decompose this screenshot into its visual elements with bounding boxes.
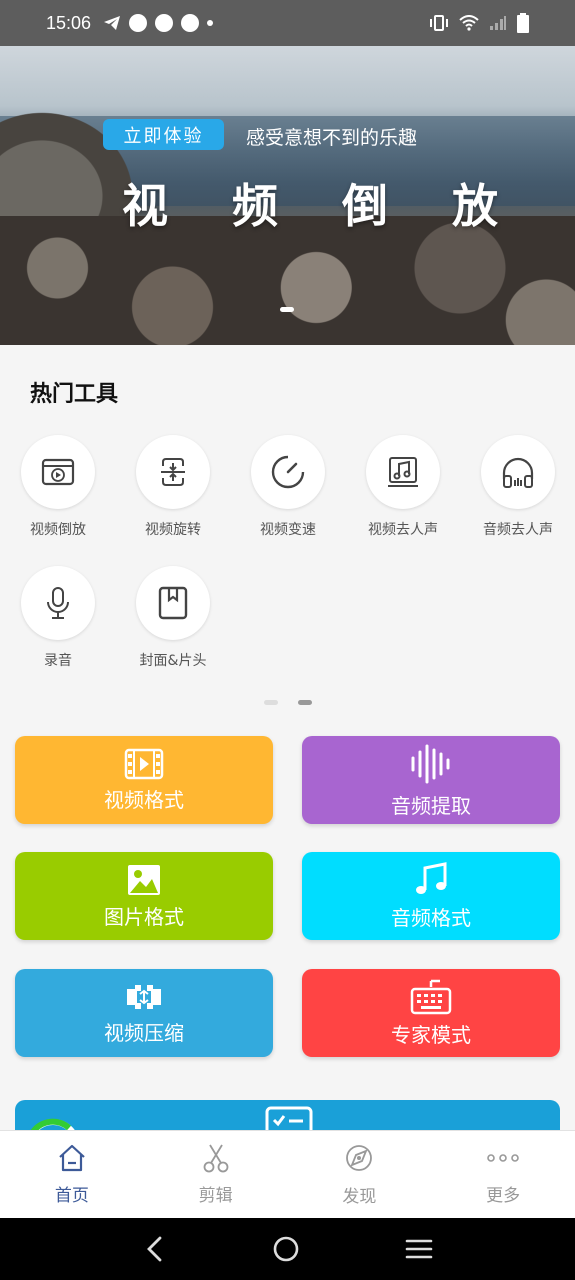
- expert-mode-button[interactable]: 专家模式: [302, 969, 560, 1057]
- banner-carousel[interactable]: 立即体验 感受意想不到的乐趣 视 频 倒 放: [0, 46, 575, 345]
- video-compress-button[interactable]: 视频压缩: [15, 969, 273, 1057]
- hot-tools-title: 热门工具: [30, 382, 119, 407]
- banner-title: 视 频 倒 放: [122, 179, 523, 233]
- button-label: 专家模式: [391, 1022, 471, 1047]
- compress-icon: [127, 984, 161, 1009]
- wifi-icon: [459, 15, 479, 31]
- tool-video-rotate[interactable]: 视频旋转: [119, 435, 227, 539]
- telegram-icon: [104, 16, 121, 30]
- tool-label: 视频去人声: [368, 522, 438, 538]
- app-notification-icon: [129, 14, 148, 32]
- button-label: 视频压缩: [104, 1020, 184, 1045]
- nav-label: 更多: [486, 1186, 521, 1206]
- more-icon: [487, 1154, 519, 1162]
- tool-label: 音频去人声: [483, 522, 553, 538]
- tool-label: 录音: [44, 653, 72, 669]
- tool-cover-intro[interactable]: 封面&片头: [119, 566, 227, 670]
- nav-edit[interactable]: 剪辑: [144, 1131, 288, 1218]
- signal-icon: [490, 16, 506, 30]
- page-dot-active: [298, 700, 312, 705]
- scissors-icon: [203, 1144, 229, 1173]
- home-circle-icon[interactable]: [272, 1235, 300, 1263]
- tool-video-reverse[interactable]: 视频倒放: [4, 435, 112, 539]
- headphones-icon: [502, 457, 534, 488]
- status-time: 15:06: [46, 12, 92, 33]
- home-icon: [59, 1144, 85, 1172]
- carousel-indicator: [280, 307, 294, 312]
- try-now-badge[interactable]: 立即体验: [103, 119, 224, 150]
- tool-label: 视频变速: [260, 522, 316, 538]
- notification-icons: [103, 14, 214, 32]
- button-label: 音频格式: [391, 905, 471, 930]
- vibrate-icon: [430, 15, 448, 31]
- app-notification-icon: [155, 14, 174, 32]
- bookmark-icon: [158, 586, 188, 620]
- music-note-icon: [388, 457, 418, 487]
- more-notifications-icon: [207, 20, 214, 26]
- system-navigation-bar: [0, 1218, 575, 1280]
- video-format-button[interactable]: 视频格式: [15, 736, 273, 824]
- microphone-icon: [47, 587, 69, 619]
- speedometer-icon: [271, 455, 305, 489]
- system-status-icons: [429, 13, 529, 33]
- nav-more[interactable]: 更多: [431, 1131, 575, 1218]
- audio-format-button[interactable]: 音频格式: [302, 852, 560, 940]
- page-dot: [264, 700, 278, 705]
- app-notification-icon: [181, 14, 200, 32]
- tool-label: 视频旋转: [145, 522, 201, 538]
- film-icon: [124, 748, 164, 779]
- tool-label: 封面&片头: [139, 653, 207, 669]
- menu-icon[interactable]: [405, 1237, 433, 1261]
- back-icon[interactable]: [143, 1235, 167, 1263]
- tool-audio-remove-vocals[interactable]: 音频去人声: [464, 435, 572, 539]
- tool-video-remove-vocals[interactable]: 视频去人声: [349, 435, 457, 539]
- tool-video-speed[interactable]: 视频变速: [234, 435, 342, 539]
- nav-label: 发现: [342, 1187, 377, 1207]
- rotate-icon: [161, 458, 185, 486]
- bottom-navigation: 首页 剪辑 发现 更多: [0, 1130, 575, 1218]
- nav-label: 剪辑: [198, 1186, 233, 1206]
- nav-home[interactable]: 首页: [0, 1131, 144, 1218]
- image-format-button[interactable]: 图片格式: [15, 852, 273, 940]
- music-icon: [416, 861, 447, 894]
- banner-subtitle: 感受意想不到的乐趣: [246, 127, 418, 149]
- tool-record[interactable]: 录音: [4, 566, 112, 670]
- battery-icon: [517, 13, 529, 33]
- video-play-icon: [41, 458, 75, 486]
- compass-icon: [346, 1145, 373, 1171]
- tool-label: 视频倒放: [30, 522, 86, 538]
- button-label: 音频提取: [391, 793, 471, 818]
- status-bar: 15:06: [0, 0, 575, 46]
- nav-discover[interactable]: 发现: [288, 1131, 432, 1218]
- audio-extract-button[interactable]: 音频提取: [302, 736, 560, 824]
- waveform-icon: [411, 744, 450, 783]
- nav-label: 首页: [54, 1186, 89, 1206]
- image-icon: [128, 864, 160, 895]
- tools-page-indicator: [264, 700, 312, 705]
- keyboard-icon: [410, 979, 452, 1014]
- button-label: 图片格式: [104, 904, 184, 929]
- button-label: 视频格式: [104, 787, 184, 812]
